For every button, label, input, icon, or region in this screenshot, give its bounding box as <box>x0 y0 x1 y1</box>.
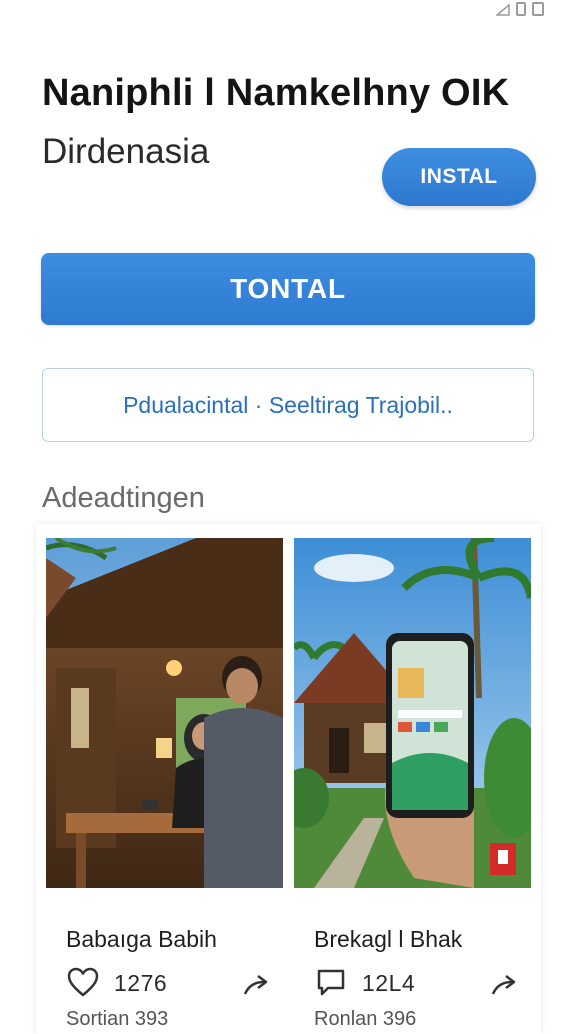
share-arrow-icon[interactable] <box>490 972 520 998</box>
battery-icon <box>532 2 544 16</box>
like-count: 1276 <box>114 969 168 996</box>
card-image[interactable] <box>294 538 531 888</box>
card-meta: 1276 <box>66 966 167 1000</box>
card-image[interactable] <box>46 538 283 888</box>
status-bar <box>0 0 576 22</box>
share-arrow-icon[interactable] <box>242 972 272 998</box>
section-heading: Adeadtingen <box>42 482 205 514</box>
comment-count: 12L4 <box>362 969 416 996</box>
app-developer: Dirdenasia <box>42 132 210 171</box>
card-subtitle: Ronlan 396 <box>314 1008 417 1030</box>
card-meta: 12L4 <box>314 966 415 1000</box>
secondary-action-button[interactable]: Pdualacintal · Seeltirag Trajobil.. <box>42 368 534 442</box>
app-title: Naniphli l Namkelhny OIK <box>42 72 510 114</box>
house-couple-photo <box>46 538 283 888</box>
signal-icon <box>496 4 510 16</box>
content-card[interactable]: Brekagl l Bhak 12L4 Ronlan 396 <box>294 538 531 1030</box>
primary-install-button[interactable]: TONTAL <box>41 253 535 325</box>
card-title: Brekagl l Bhak <box>314 926 463 952</box>
phone-house-photo <box>294 538 531 888</box>
card-subtitle: Sortian 393 <box>66 1008 169 1030</box>
content-card[interactable]: Babaıga Babih 1276 Sortian 393 <box>46 538 283 1030</box>
sim-icon <box>516 2 526 16</box>
comment-icon[interactable] <box>314 966 348 1000</box>
status-icons <box>496 0 544 16</box>
heart-icon[interactable] <box>66 966 100 1000</box>
install-pill-button[interactable]: INSTAL <box>382 148 536 206</box>
card-title: Babaıga Babih <box>66 926 217 952</box>
cards-panel: Babaıga Babih 1276 Sortian 393 Brekagl l… <box>36 524 541 1034</box>
